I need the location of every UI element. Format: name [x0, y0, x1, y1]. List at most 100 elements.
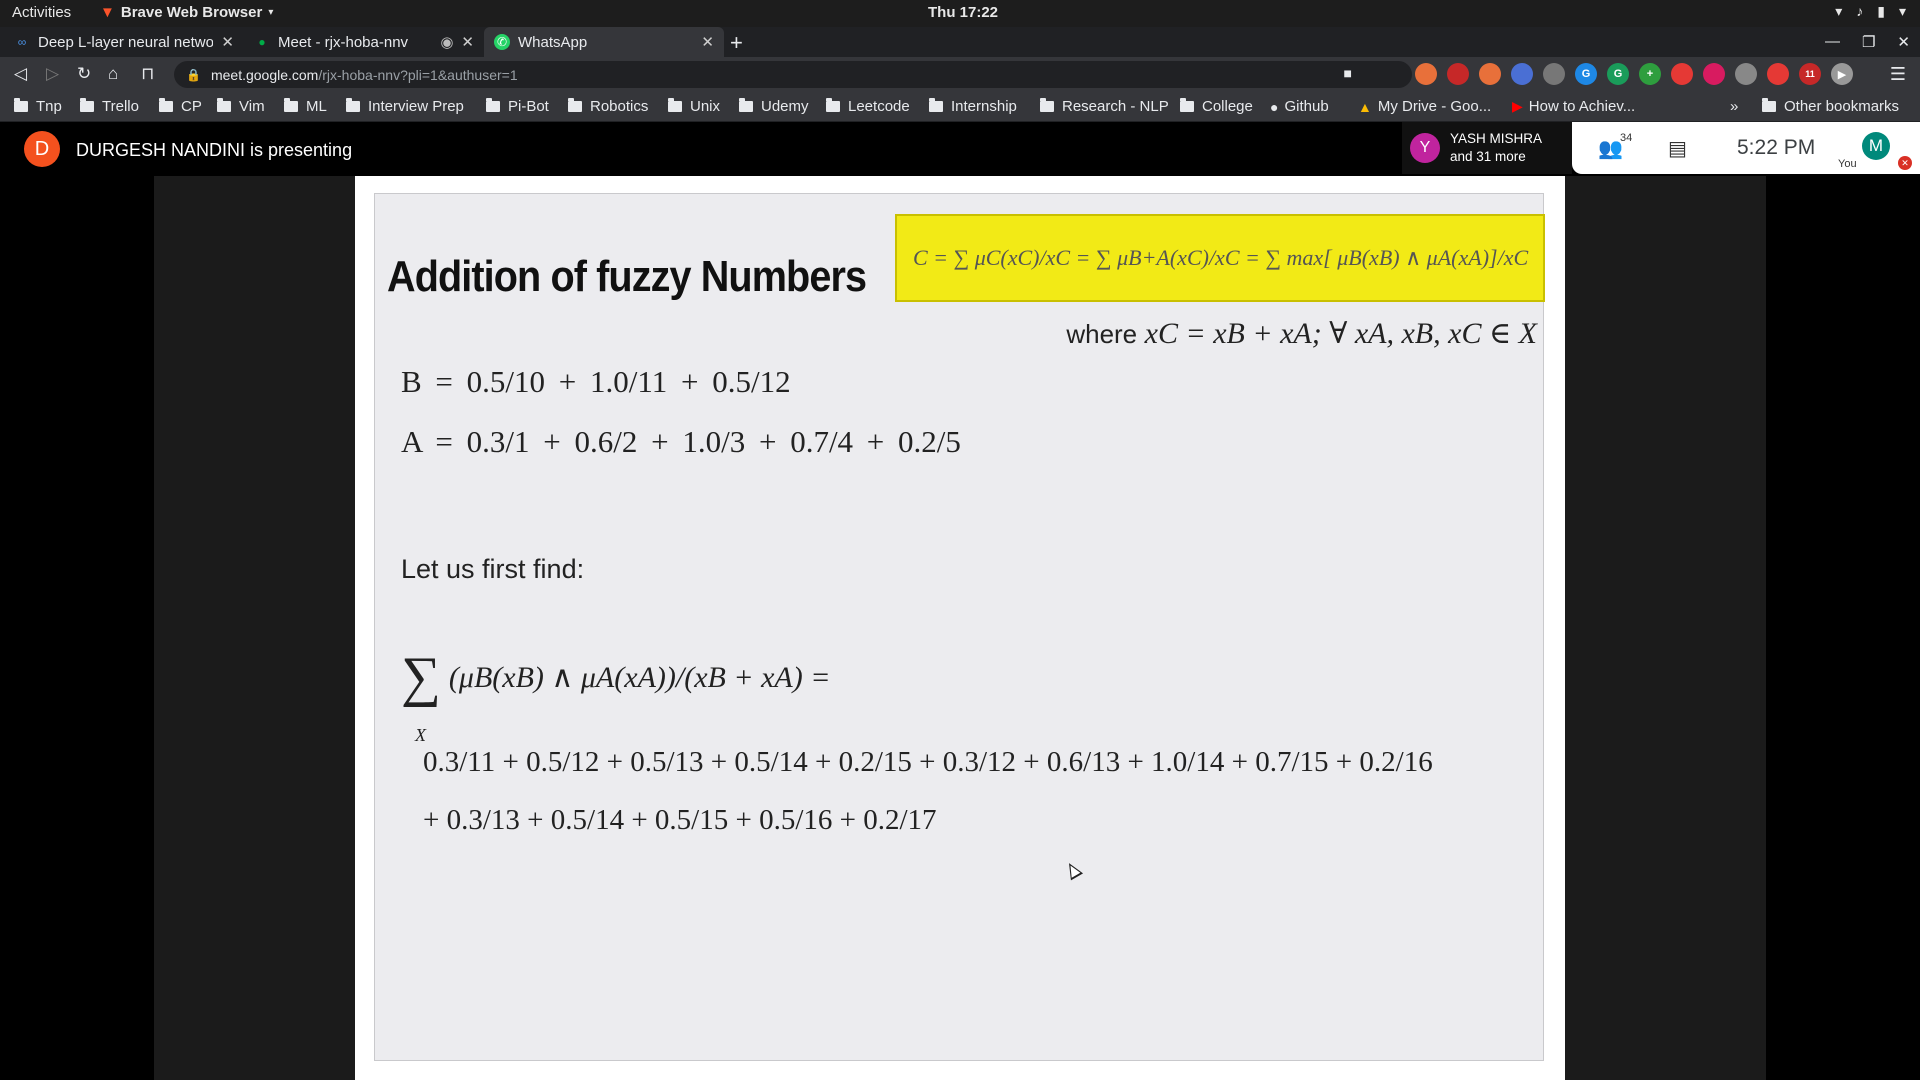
- folder-icon: [486, 98, 500, 112]
- system-top-bar: Activities ▼ Brave Web Browser ▾ Thu 17:…: [0, 0, 1920, 27]
- tab-deep-learning[interactable]: ∞ Deep L-layer neural networ ✕: [4, 27, 244, 57]
- alarm-icon[interactable]: [1671, 63, 1693, 85]
- fuzzy-set-a: A = 0.3/1 + 0.6/2 + 1.0/3 + 0.7/4 + 0.2/…: [401, 424, 961, 459]
- close-icon[interactable]: ✕: [701, 33, 714, 51]
- self-avatar[interactable]: M: [1862, 132, 1890, 160]
- camera-icon[interactable]: ■: [1344, 65, 1352, 81]
- grammarly-icon[interactable]: G: [1607, 63, 1629, 85]
- bookmark-label: How to Achiev...: [1528, 98, 1636, 115]
- bookmark-research-nlp[interactable]: Research - NLP: [1040, 98, 1169, 115]
- brave-rewards-icon[interactable]: [1447, 63, 1469, 85]
- tab-whatsapp[interactable]: ✆ WhatsApp ✕: [484, 27, 724, 57]
- grammarly-icon[interactable]: G: [1575, 63, 1597, 85]
- folder-icon: [14, 98, 28, 112]
- close-icon[interactable]: ✕: [221, 33, 234, 51]
- battery-icon: ▮: [1877, 3, 1885, 19]
- window-controls: — ❐ ✕: [1825, 33, 1910, 51]
- bookmark-label: Github: [1284, 98, 1329, 115]
- add-icon[interactable]: +: [1639, 63, 1661, 85]
- translate-icon[interactable]: [1511, 63, 1533, 85]
- home-icon[interactable]: ⌂: [108, 64, 118, 84]
- participant-names: YASH MISHRA and 31 more: [1450, 130, 1542, 166]
- highlighted-formula: C = ∑ μC(xC)/xC = ∑ μB+A(xC)/xC = ∑ max[…: [895, 214, 1545, 302]
- bookmark-github[interactable]: ● Github: [1270, 98, 1329, 115]
- slide-title: Addition of fuzzy Numbers: [387, 252, 867, 301]
- menu-icon[interactable]: ☰: [1890, 64, 1906, 85]
- lock-icon[interactable]: 🔒: [186, 68, 201, 82]
- folder-icon: [346, 98, 360, 112]
- bookmark-icon[interactable]: ⊓: [141, 64, 154, 84]
- activities-button[interactable]: Activities: [12, 4, 71, 21]
- bookmark-tnp[interactable]: Tnp: [14, 98, 62, 115]
- bookmark-vim[interactable]: Vim: [217, 98, 265, 115]
- bookmark-unix[interactable]: Unix: [668, 98, 720, 115]
- bookmark-label: Other bookmarks: [1784, 98, 1900, 115]
- tab-meet[interactable]: ● Meet - rjx-hoba-nnv ◉ ✕: [244, 27, 484, 57]
- close-icon[interactable]: ✕: [461, 33, 474, 51]
- restore-icon[interactable]: ❐: [1862, 33, 1875, 51]
- bookmark-label: Research - NLP: [1062, 98, 1169, 115]
- back-icon[interactable]: ◁: [14, 64, 27, 84]
- result-line-1: 0.3/11 + 0.5/12 + 0.5/13 + 0.5/14 + 0.2/…: [423, 746, 1433, 778]
- bookmarks-overflow-button[interactable]: »: [1730, 98, 1738, 115]
- bookmark-cp[interactable]: CP: [159, 98, 202, 115]
- sum-expression: ∑ X (μB(xB) ∧ μA(xA))/(xB + xA) =: [401, 649, 830, 745]
- bookmark-label: Interview Prep: [368, 98, 464, 115]
- bookmark-college[interactable]: College: [1180, 98, 1253, 115]
- bookmark-label: Internship: [951, 98, 1017, 115]
- extensions-row: G G + 11 ▶: [1415, 63, 1853, 85]
- bookmark-label: Vim: [239, 98, 265, 115]
- bookmark-label: ML: [306, 98, 327, 115]
- people-count: 34: [1620, 132, 1633, 144]
- bookmark-trello[interactable]: Trello: [80, 98, 139, 115]
- bookmark-my-drive[interactable]: ▲ My Drive - Goo...: [1358, 98, 1491, 115]
- calendar-icon[interactable]: 11: [1799, 63, 1821, 85]
- coursera-icon: ∞: [17, 35, 27, 49]
- record-icon[interactable]: [1767, 63, 1789, 85]
- bookmarks-bar: Tnp Trello CP Vim ML Interview Prep Pi-B…: [0, 92, 1920, 122]
- brave-shields-icon[interactable]: [1415, 63, 1437, 85]
- extension-icon[interactable]: [1735, 63, 1757, 85]
- bookmark-udemy[interactable]: Udemy: [739, 98, 809, 115]
- extension-icon[interactable]: [1543, 63, 1565, 85]
- app-menu[interactable]: ▼ Brave Web Browser ▾: [100, 4, 273, 21]
- bookmark-ml[interactable]: ML: [284, 98, 327, 115]
- chat-icon[interactable]: ▤: [1668, 136, 1687, 161]
- minimize-icon[interactable]: —: [1825, 33, 1840, 51]
- address-bar[interactable]: 🔒 meet.google.com /rjx-hoba-nnv?pli=1&au…: [174, 61, 1412, 88]
- chevron-down-icon: ▾: [268, 7, 274, 18]
- play-icon[interactable]: ▶: [1831, 63, 1853, 85]
- slide: Addition of fuzzy Numbers C = ∑ μC(xC)/x…: [374, 193, 1545, 1061]
- bookmark-robotics[interactable]: Robotics: [568, 98, 648, 115]
- forward-icon[interactable]: ▷: [46, 64, 59, 84]
- bookmark-how-to-achieve[interactable]: ▶ How to Achiev...: [1512, 98, 1635, 115]
- folder-icon: [217, 98, 231, 112]
- reload-icon[interactable]: ↻: [77, 64, 91, 84]
- app-menu-label: Brave Web Browser: [120, 4, 263, 21]
- github-icon: ●: [1270, 98, 1279, 115]
- fuzzy-set-b: B = 0.5/10 + 1.0/11 + 0.5/12: [401, 364, 791, 399]
- shield-icon[interactable]: [1703, 63, 1725, 85]
- meet-controls-panel: 👥 34 ▤ 5:22 PM M You ✕: [1572, 122, 1920, 174]
- meeting-time: 5:22 PM: [1737, 136, 1816, 159]
- bookmark-label: Tnp: [36, 98, 62, 115]
- tab-strip: ∞ Deep L-layer neural networ ✕ ● Meet - …: [0, 27, 1920, 57]
- bookmark-label: College: [1202, 98, 1253, 115]
- bookmark-label: My Drive - Goo...: [1377, 98, 1492, 115]
- bookmark-pi-bot[interactable]: Pi-Bot: [486, 98, 549, 115]
- bookmark-label: Unix: [690, 98, 721, 115]
- bookmark-internship[interactable]: Internship: [929, 98, 1017, 115]
- new-tab-button[interactable]: +: [730, 30, 743, 56]
- tab-title: Meet - rjx-hoba-nnv: [278, 33, 409, 51]
- bookmark-leetcode[interactable]: Leetcode: [826, 98, 910, 115]
- system-tray[interactable]: ▾ ♪ ▮ ▾: [1835, 3, 1906, 20]
- system-clock[interactable]: Thu 17:22: [928, 4, 998, 21]
- other-bookmarks[interactable]: Other bookmarks: [1762, 98, 1899, 115]
- close-window-icon[interactable]: ✕: [1897, 33, 1910, 51]
- extension-icon[interactable]: [1479, 63, 1501, 85]
- bookmark-interview-prep[interactable]: Interview Prep: [346, 98, 464, 115]
- folder-icon: [1040, 98, 1054, 112]
- recording-icon: ◉: [440, 34, 454, 51]
- participant-tile[interactable]: Y YASH MISHRA and 31 more: [1402, 122, 1572, 174]
- presenting-label: DURGESH NANDINI is presenting: [76, 140, 353, 160]
